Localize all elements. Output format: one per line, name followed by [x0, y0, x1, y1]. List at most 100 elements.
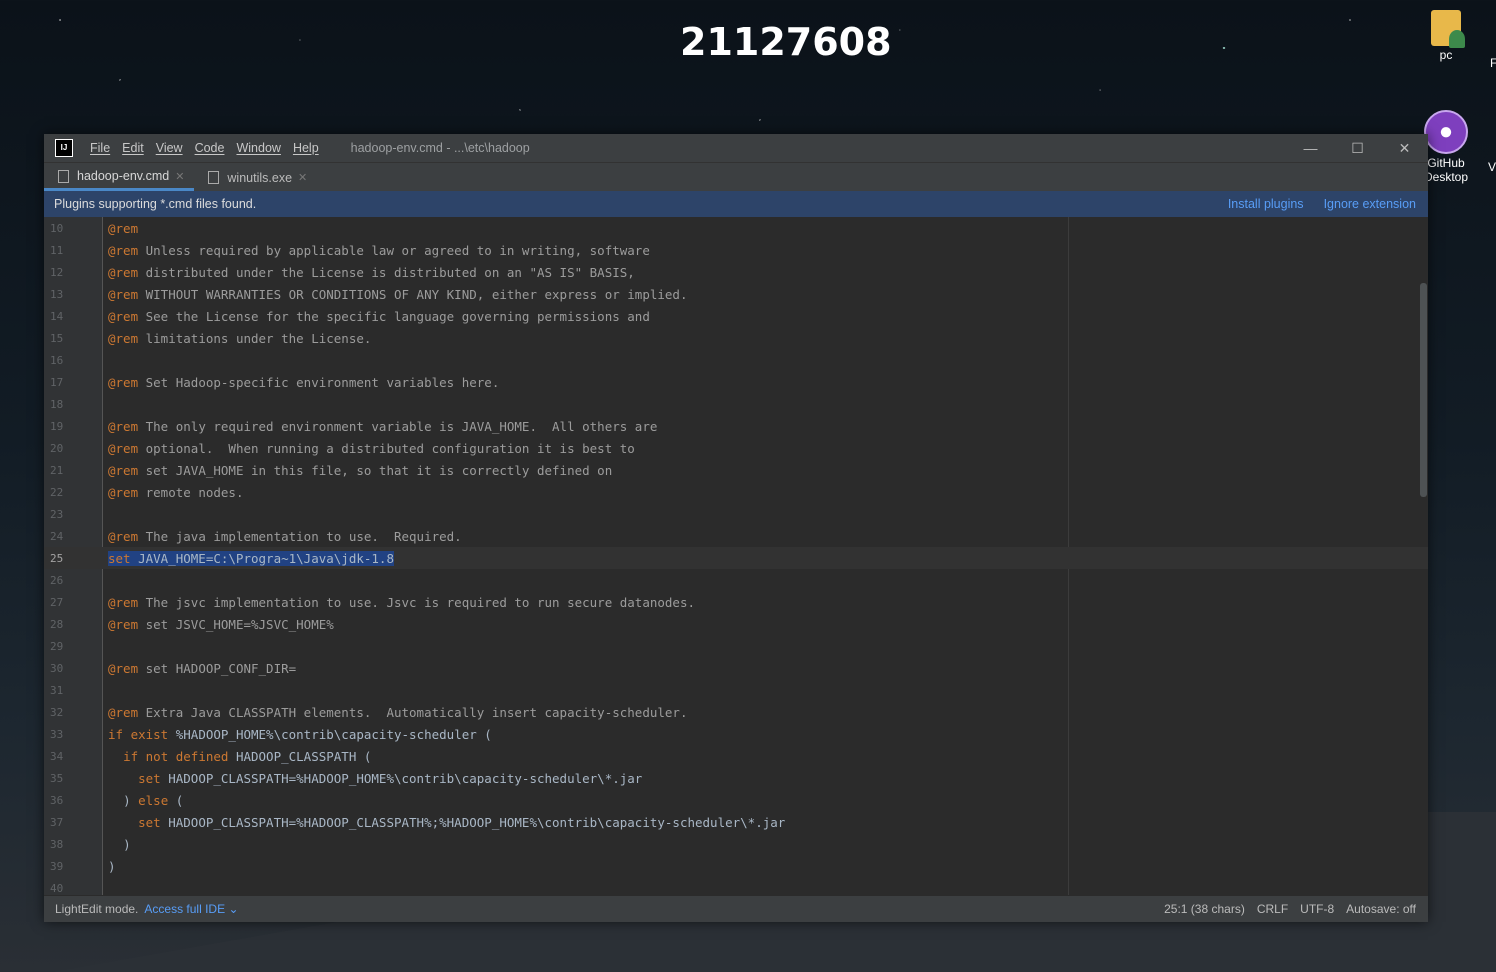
access-full-ide-link[interactable]: Access full IDE ⌄: [144, 902, 238, 916]
autosave-status[interactable]: Autosave: off: [1346, 902, 1416, 916]
code-line[interactable]: 36 ) else (: [44, 789, 1428, 811]
code-line[interactable]: 14 @rem See the License for the specific …: [44, 305, 1428, 327]
window-controls: — ☐ ✕: [1287, 134, 1428, 162]
tab-close-icon[interactable]: ✕: [175, 170, 184, 183]
line-number: 25: [50, 551, 64, 565]
line-number: 21: [50, 463, 64, 477]
menu-help[interactable]: Help: [293, 141, 319, 155]
ide-window: IJ File Edit View Code Window Help hadoo…: [44, 134, 1428, 922]
menu-code[interactable]: Code: [195, 141, 225, 155]
title-bar: IJ File Edit View Code Window Help hadoo…: [44, 134, 1428, 162]
code-line[interactable]: 38 ): [44, 833, 1428, 855]
tab-close-icon[interactable]: ✕: [298, 171, 307, 184]
maximize-icon[interactable]: ☐: [1334, 134, 1381, 162]
code-line[interactable]: 18: [44, 393, 1428, 415]
line-number: 32: [50, 705, 64, 719]
line-number: 17: [50, 375, 64, 389]
line-number: 12: [50, 265, 64, 279]
menu-edit[interactable]: Edit: [122, 141, 144, 155]
code-line[interactable]: 37 set HADOOP_CLASSPATH=%HADOOP_CLASSPAT…: [44, 811, 1428, 833]
code-line[interactable]: 20 @rem optional. When running a distribu…: [44, 437, 1428, 459]
code-text: if not defined HADOOP_CLASSPATH (: [123, 748, 372, 764]
line-number: 22: [50, 485, 64, 499]
code-editor[interactable]: 10 @rem 11 @rem Unless required by applicab…: [44, 217, 1428, 895]
status-bar: LightEdit mode. Access full IDE ⌄ 25:1 (…: [44, 896, 1428, 922]
code-line[interactable]: 24 @rem The java implementation to use. R…: [44, 525, 1428, 547]
code-line[interactable]: 11 @rem Unless required by applicable law…: [44, 239, 1428, 261]
code-line[interactable]: 28 @rem set JSVC_HOME=%JSVC_HOME%: [44, 613, 1428, 635]
code-line[interactable]: 30 @rem set HADOOP_CONF_DIR=: [44, 657, 1428, 679]
code-text: @rem Set Hadoop-specific environment var…: [108, 374, 500, 390]
line-number: 20: [50, 441, 64, 455]
code-line[interactable]: 29: [44, 635, 1428, 657]
code-line[interactable]: 21 @rem set JAVA_HOME in this file, so th…: [44, 459, 1428, 481]
line-number: 35: [50, 771, 64, 785]
code-line[interactable]: 22 @rem remote nodes.: [44, 481, 1428, 503]
code-line[interactable]: 39): [44, 855, 1428, 877]
code-line[interactable]: 35 set HADOOP_CLASSPATH=%HADOOP_HOME%\co…: [44, 767, 1428, 789]
desktop-icon-pc[interactable]: pc: [1416, 10, 1476, 62]
close-icon[interactable]: ✕: [1381, 134, 1428, 162]
line-number: 18: [50, 397, 64, 411]
line-number: 36: [50, 793, 64, 807]
vertical-scrollbar[interactable]: [1420, 283, 1427, 497]
line-number: 11: [50, 243, 64, 257]
caret-position[interactable]: 25:1 (38 chars): [1164, 902, 1245, 916]
tab-winutils[interactable]: winutils.exe ✕: [194, 164, 317, 191]
text-file-icon: [58, 169, 69, 183]
line-number: 39: [50, 859, 64, 873]
line-separator[interactable]: CRLF: [1257, 902, 1288, 916]
line-number: 14: [50, 309, 64, 323]
intellij-logo-icon[interactable]: IJ: [55, 139, 73, 157]
code-line[interactable]: 13 @rem WITHOUT WARRANTIES OR CONDITIONS …: [44, 283, 1428, 305]
line-number: 23: [50, 507, 64, 521]
code-line[interactable]: 25 set JAVA_HOME=C:\Progra~1\Java\jdk-1.8: [44, 547, 1428, 569]
code-line[interactable]: 23: [44, 503, 1428, 525]
minimize-icon[interactable]: —: [1287, 134, 1334, 162]
code-line[interactable]: 26: [44, 569, 1428, 591]
code-text: ): [123, 836, 131, 852]
line-number: 34: [50, 749, 64, 763]
code-line[interactable]: 31: [44, 679, 1428, 701]
code-text: @rem limitations under the License.: [108, 330, 372, 346]
code-text: @rem set JAVA_HOME in this file, so that…: [108, 462, 613, 478]
tab-label: hadoop-env.cmd: [77, 169, 170, 183]
code-line[interactable]: 40: [44, 877, 1428, 895]
code-line[interactable]: 16: [44, 349, 1428, 371]
line-number: 33: [50, 727, 64, 741]
menu-file[interactable]: File: [90, 141, 110, 155]
code-line[interactable]: 32 @rem Extra Java CLASSPATH elements. Au…: [44, 701, 1428, 723]
code-text: ) else (: [123, 792, 184, 808]
code-line[interactable]: 19 @rem The only required environment var…: [44, 415, 1428, 437]
github-desktop-icon: ●: [1424, 110, 1468, 154]
code-line[interactable]: 15 @rem limitations under the License.: [44, 327, 1428, 349]
code-text: @rem Extra Java CLASSPATH elements. Auto…: [108, 704, 688, 720]
code-text: @rem The java implementation to use. Req…: [108, 528, 462, 544]
code-lines: 10 @rem 11 @rem Unless required by applicab…: [44, 217, 1428, 895]
code-line[interactable]: 10 @rem: [44, 217, 1428, 239]
line-number: 19: [50, 419, 64, 433]
tab-hadoop-env[interactable]: hadoop-env.cmd ✕: [44, 164, 195, 191]
editor-tabs: hadoop-env.cmd ✕ winutils.exe ✕: [44, 162, 1428, 191]
code-line[interactable]: 34 if not defined HADOOP_CLASSPATH (: [44, 745, 1428, 767]
lightedit-mode-label: LightEdit mode.: [55, 902, 139, 916]
code-text: set HADOOP_CLASSPATH=%HADOOP_HOME%\contr…: [138, 770, 643, 786]
user-folder-icon: [1431, 10, 1465, 48]
code-text: @rem set HADOOP_CONF_DIR=: [108, 660, 297, 676]
line-number: 16: [50, 353, 64, 367]
line-number: 40: [50, 881, 64, 895]
code-text: @rem distributed under the License is di…: [108, 264, 635, 280]
code-line[interactable]: 12 @rem distributed under the License is …: [44, 261, 1428, 283]
code-line[interactable]: 27 @rem The jsvc implementation to use. J…: [44, 591, 1428, 613]
file-encoding[interactable]: UTF-8: [1300, 902, 1334, 916]
ignore-extension-link[interactable]: Ignore extension: [1324, 197, 1416, 211]
install-plugins-link[interactable]: Install plugins: [1228, 197, 1304, 211]
code-line[interactable]: 17 @rem Set Hadoop-specific environment v…: [44, 371, 1428, 393]
code-line[interactable]: 33 if exist %HADOOP_HOME%\contrib\capacit…: [44, 723, 1428, 745]
menu-window[interactable]: Window: [236, 141, 280, 155]
line-number: 30: [50, 661, 64, 675]
code-text: @rem WITHOUT WARRANTIES OR CONDITIONS OF…: [108, 286, 688, 302]
code-text: ): [108, 858, 116, 874]
code-text: @rem Unless required by applicable law o…: [108, 242, 650, 258]
menu-view[interactable]: View: [156, 141, 183, 155]
